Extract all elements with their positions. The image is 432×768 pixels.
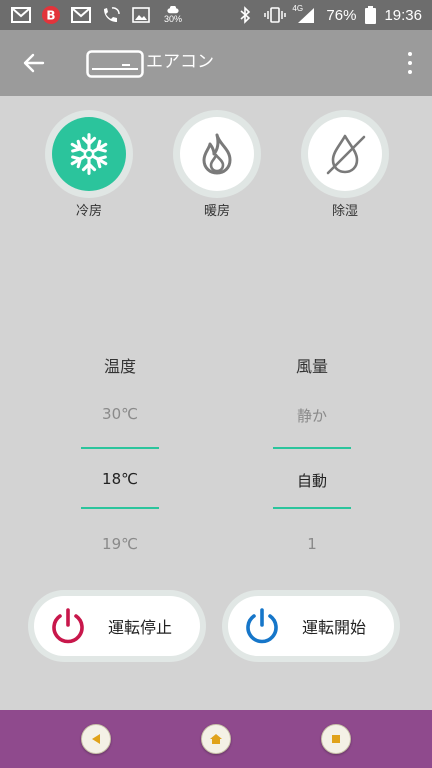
app-bar: エアコン — [0, 30, 432, 96]
air-conditioner-icon — [86, 50, 144, 78]
arrow-left-icon — [23, 53, 45, 73]
svg-text:B: B — [46, 9, 55, 23]
nav-home-button[interactable] — [201, 724, 231, 754]
clock: 19:36 — [384, 6, 422, 24]
vibrate-icon — [264, 6, 287, 24]
square-recents-icon — [332, 735, 340, 743]
gmail-icon — [70, 6, 92, 24]
mode-dehumidify[interactable]: 除湿 — [300, 110, 390, 220]
temperature-divider-bottom — [81, 507, 159, 509]
stop-operation-label: 運転停止 — [108, 618, 173, 637]
network-label: 4G — [292, 4, 304, 13]
start-operation-button[interactable]: 運転開始 — [222, 590, 400, 662]
triangle-back-icon — [92, 734, 100, 744]
nav-back-button[interactable] — [81, 724, 111, 754]
dehumidify-icon — [326, 134, 366, 175]
weather-percent: 30% — [163, 14, 182, 24]
fan-current-option[interactable]: 自動 — [262, 470, 362, 491]
snowflake-icon — [70, 133, 108, 175]
power-icon — [246, 608, 278, 644]
status-bar: B 30% 4G 76% 19:36 — [0, 0, 432, 30]
temperature-title: 温度 — [103, 357, 136, 376]
mode-cooling[interactable]: 冷房 — [44, 110, 134, 220]
mode-heating-label: 暖房 — [203, 204, 230, 219]
notification-icons: B 30% — [10, 5, 186, 25]
fan-next-option[interactable]: 1 — [262, 535, 362, 553]
gmail-icon — [10, 6, 32, 24]
weather-icon: 30% — [160, 6, 186, 24]
start-operation-label: 運転開始 — [302, 618, 367, 637]
image-icon — [130, 6, 152, 24]
battery-percent: 76% — [326, 6, 357, 24]
more-vert-icon[interactable] — [402, 50, 418, 76]
fan-prev-option[interactable]: 静か — [262, 405, 362, 426]
flame-icon — [202, 133, 232, 175]
battery-icon — [364, 6, 376, 24]
page-title: エアコン — [146, 52, 214, 71]
home-icon — [210, 734, 222, 744]
mode-heating[interactable]: 暖房 — [172, 110, 262, 220]
signal-icon: 4G — [292, 4, 318, 24]
fan-title: 風量 — [295, 357, 328, 376]
power-icon — [52, 608, 84, 644]
temperature-current-option[interactable]: 18℃ — [70, 470, 170, 488]
back-button[interactable] — [14, 48, 54, 78]
nav-recents-button[interactable] — [321, 724, 351, 754]
wifi-calling-icon — [100, 6, 122, 24]
app-b-icon: B — [40, 6, 62, 24]
mode-cooling-indicator — [52, 117, 126, 191]
temperature-divider-top — [81, 447, 159, 449]
temperature-prev-option[interactable]: 30℃ — [70, 405, 170, 423]
navigation-bar — [0, 710, 432, 768]
mode-cooling-label: 冷房 — [75, 204, 102, 219]
bluetooth-icon — [234, 6, 256, 24]
mode-heating-indicator — [180, 117, 254, 191]
temperature-next-option[interactable]: 19℃ — [70, 535, 170, 553]
fan-divider-top — [273, 447, 351, 449]
mode-dehumidify-label: 除湿 — [331, 204, 358, 219]
fan-divider-bottom — [273, 507, 351, 509]
system-icons: 4G 76% 19:36 — [234, 4, 422, 26]
mode-dehumidify-indicator — [308, 117, 382, 191]
stop-operation-button[interactable]: 運転停止 — [28, 590, 206, 662]
